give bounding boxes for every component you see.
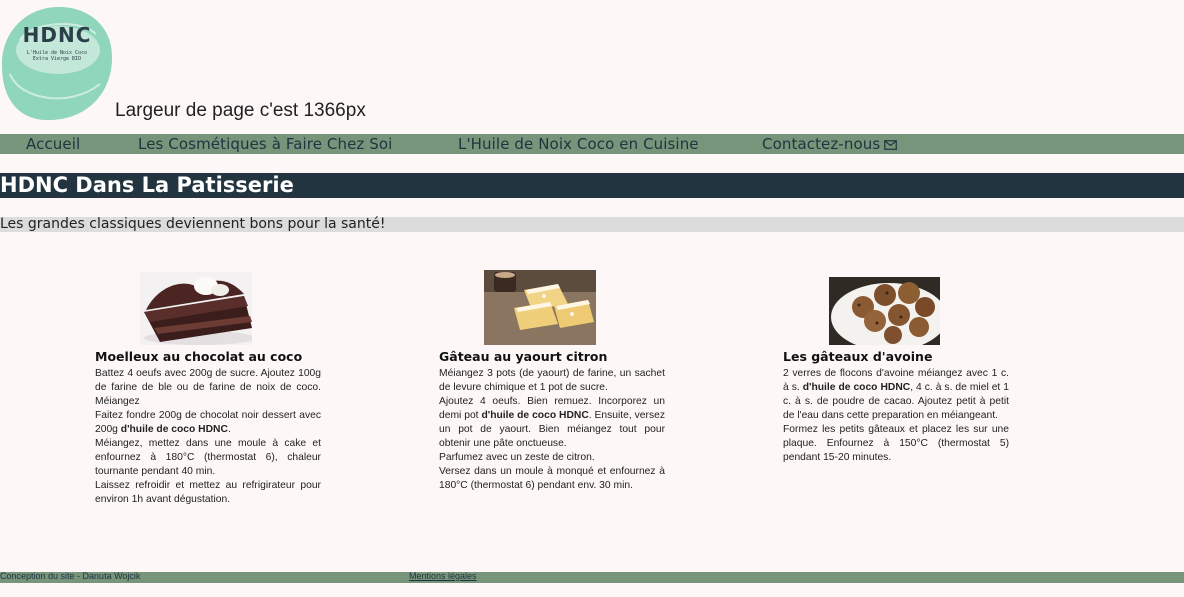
envelope-icon — [884, 140, 898, 150]
recipe-paragraph: Formez les petits gâteaux et placez les … — [783, 424, 1009, 463]
chocolate-cake-photo — [140, 272, 252, 345]
recipe-text: 2 verres de flocons d'avoine méiangez av… — [783, 367, 1009, 465]
nav-item-accueil[interactable]: Accueil — [26, 135, 80, 153]
footer-credit: Conception du site - Danuta Wojcik — [0, 571, 141, 581]
page-title-bar: HDNC Dans La Patisserie — [0, 173, 1184, 198]
oat-cookies-photo — [829, 277, 940, 345]
recipe-card-chocolat: Moelleux au chocolat au coco Battez 4 oe… — [95, 270, 321, 530]
legal-notice-link[interactable]: Mentions légales — [409, 571, 477, 581]
recipe-paragraph: Parfumez avec un zeste de citron. — [439, 452, 595, 463]
footer-bar: Conception du site - Danuta Wojcik Menti… — [0, 571, 1184, 583]
recipe-text: Battez 4 oeufs avec 200g de sucre. Ajout… — [95, 367, 321, 507]
nav-item-contact[interactable]: Contactez-nous — [762, 135, 898, 153]
main-navbar: Accueil Les Cosmétiques à Faire Chez Soi… — [0, 134, 1184, 154]
recipe-card-yaourt: Gâteau au yaourt citron Méiangez 3 pots … — [439, 270, 665, 530]
lemon-yogurt-cake-photo — [484, 270, 596, 345]
recipe-card-avoine: Les gâteaux d'avoine 2 verres de flocons… — [783, 270, 1009, 530]
recipe-paragraph: Battez 4 oeufs avec 200g de sucre. Ajout… — [95, 368, 321, 407]
recipe-title: Gâteau au yaourt citron — [439, 349, 608, 364]
hdnc-oil-mention: d'huile de coco HDNC — [802, 382, 911, 393]
recipe-paragraph: 2 verres de flocons d'avoine méiangez av… — [783, 368, 1009, 421]
nav-item-cosmetiques[interactable]: Les Cosmétiques à Faire Chez Soi — [138, 135, 392, 153]
recipe-title: Les gâteaux d'avoine — [783, 349, 933, 364]
recipe-paragraph: Faitez fondre 200g de chocolat noir dess… — [95, 410, 321, 435]
page-subtitle: Les grandes classiques deviennent bons p… — [0, 216, 386, 232]
recipe-text: Méiangez 3 pots (de yaourt) de farine, u… — [439, 367, 665, 493]
page-title: HDNC Dans La Patisserie — [0, 173, 294, 197]
logo-wordmark: HDNC — [23, 23, 92, 47]
hdnc-oil-mention: d'huile de coco HDNC — [481, 410, 589, 421]
hdnc-oil-mention: d'huile de coco HDNC — [120, 424, 228, 435]
recipe-paragraph: Méiangez 3 pots (de yaourt) de farine, u… — [439, 368, 665, 393]
subtitle-bar: Les grandes classiques deviennent bons p… — [0, 216, 1184, 232]
page-width-note: Largeur de page c'est 1366px — [115, 100, 366, 121]
recipe-paragraph: Ajoutez 4 oeufs. Bien remuez. Incorporez… — [439, 396, 665, 449]
recipe-paragraph: Laissez refroidir et mettez au refrigira… — [95, 480, 321, 505]
nav-item-contact-label: Contactez-nous — [762, 135, 881, 153]
recipe-paragraph: Méiangez, mettez dans une moule à cake e… — [95, 438, 321, 477]
logo-tagline-2: Extra Vierge BIO — [33, 56, 81, 62]
recipe-title: Moelleux au chocolat au coco — [95, 349, 303, 364]
recipe-paragraph: Versez dans un moule à monqué et enfourn… — [439, 466, 665, 491]
nav-item-huile-cuisine[interactable]: L'Huile de Noix Coco en Cuisine — [458, 135, 699, 153]
hdnc-logo: HDNC L'Huile de Noix Coco Extra Vierge B… — [1, 6, 113, 121]
